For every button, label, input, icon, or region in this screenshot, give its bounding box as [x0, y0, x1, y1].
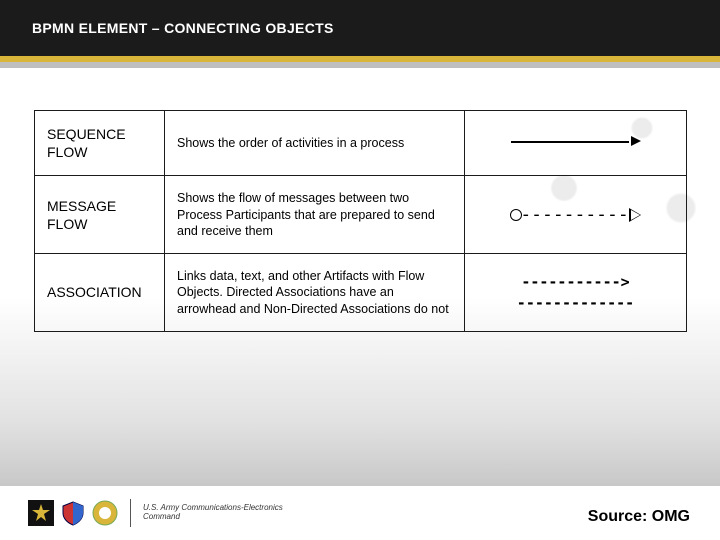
table-row: ASSOCIATION Links data, text, and other … — [35, 254, 687, 332]
element-desc: Shows the flow of messages between two P… — [165, 176, 465, 254]
logo-divider — [130, 499, 131, 527]
sequence-flow-arrow-icon — [511, 135, 641, 147]
element-symbol — [465, 111, 687, 176]
source-citation: Source: OMG — [588, 508, 690, 526]
element-desc: Links data, text, and other Artifacts wi… — [165, 254, 465, 332]
footer-bar: U.S. Army Communications-Electronics Com… — [0, 486, 720, 540]
message-flow-arrow-icon: ---------- — [510, 203, 640, 226]
content-area: SEQUENCE FLOW Shows the order of activit… — [34, 110, 686, 332]
accent-shadow — [0, 62, 720, 68]
footer-logos: U.S. Army Communications-Electronics Com… — [28, 499, 283, 527]
command-name: U.S. Army Communications-Electronics Com… — [143, 504, 283, 522]
table-row: MESSAGE FLOW Shows the flow of messages … — [35, 176, 687, 254]
nondirected-association-line: ------------- — [477, 293, 674, 314]
element-symbol: ---------- — [465, 176, 687, 254]
element-desc: Shows the order of activities in a proce… — [165, 111, 465, 176]
header-bar: BPMN ELEMENT – CONNECTING OBJECTS — [0, 0, 720, 56]
association-arrow-icon: -----------> ------------- — [477, 272, 674, 314]
dashes: ---------- — [520, 203, 628, 226]
directed-association-line: -----------> — [477, 272, 674, 293]
seal-logo-icon — [92, 500, 118, 526]
army-star-logo-icon — [28, 500, 54, 526]
element-name: SEQUENCE FLOW — [35, 111, 165, 176]
shield-logo-icon — [60, 500, 86, 526]
table-row: SEQUENCE FLOW Shows the order of activit… — [35, 111, 687, 176]
open-arrowhead-icon — [629, 208, 641, 222]
element-name: ASSOCIATION — [35, 254, 165, 332]
slide: BPMN ELEMENT – CONNECTING OBJECTS SEQUEN… — [0, 0, 720, 540]
connecting-objects-table: SEQUENCE FLOW Shows the order of activit… — [34, 110, 687, 332]
slide-title: BPMN ELEMENT – CONNECTING OBJECTS — [32, 20, 334, 36]
element-name: MESSAGE FLOW — [35, 176, 165, 254]
element-symbol: -----------> ------------- — [465, 254, 687, 332]
